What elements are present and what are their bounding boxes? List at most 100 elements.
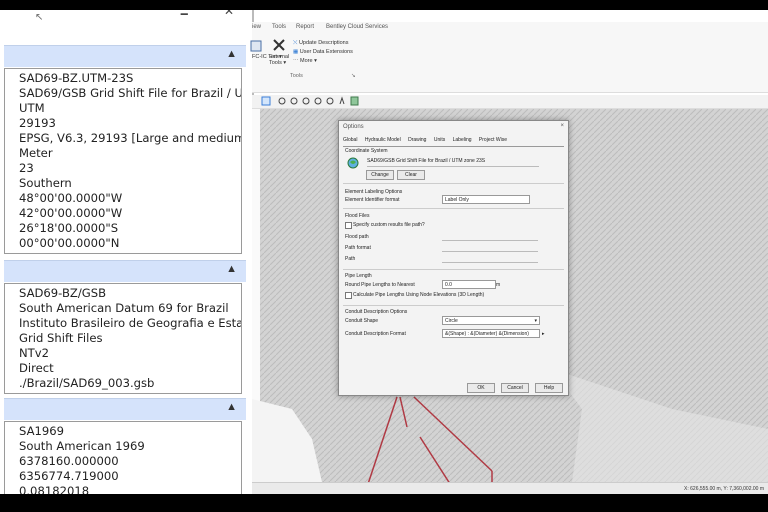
path-format-label: Path format [345,245,371,251]
tab-drawing[interactable]: Drawing [408,137,426,143]
detail-line: SAD69-BZ/GSB [19,286,107,300]
user-data-extensions-button[interactable]: ▦ User Data Extensions [293,49,353,55]
coordinate-properties-panel: ↖ 🗕 ✕ ▲ SAD69-BZ.UTM-23S SAD69/GSB Grid … [0,10,254,494]
datum-transformation-box: SAD69-BZ/GSB South American Datum 69 for… [4,283,242,394]
dialog-close-icon[interactable]: × [560,123,564,129]
flood-path-field[interactable] [442,240,538,241]
user-data-extensions-label: User Data Extensions [299,49,353,55]
tab-divider [343,146,564,147]
globe-icon [347,157,359,169]
tab-global[interactable]: Global [343,137,357,143]
external-tools-button[interactable] [272,38,286,54]
round-pipe-lengths-input[interactable]: 0.0 [442,280,496,289]
flood-files-label: Flood Files [345,213,370,219]
tab-tools[interactable]: Tools [272,24,286,30]
coordinate-system-value: SAD69/GSB Grid Shift File for Brazil / U… [367,158,486,164]
drawing-toolbar [252,95,768,109]
tab-units[interactable]: Units [434,137,445,143]
close-icon[interactable]: ✕ [224,10,234,18]
extensions-icon: ▦ [293,49,299,55]
detail-line: 26°18'00.0000"S [19,221,119,235]
tab-labeling[interactable]: Labeling [453,137,472,143]
conduit-format-value: &(Shape) : &(Diameter) &(Dimension) [445,331,529,337]
calculate-3d-length-label: Calculate Pipe Lengths Using Node Elevat… [353,292,485,298]
detail-line: EPSG, V6.3, 29193 [Large and medium scal… [19,131,242,145]
conduit-format-input[interactable]: &(Shape) : &(Diameter) &(Dimension) [442,329,540,338]
conduit-shape-dropdown[interactable]: Circle ▾ [442,316,540,325]
options-dialog: Options × Global Hydraulic Model Drawing… [338,120,569,396]
detail-line: Grid Shift Files [19,331,103,345]
update-icon: ⤬ [293,40,298,46]
minimize-icon[interactable]: 🗕 [180,10,189,25]
specify-results-checkbox[interactable] [345,222,352,229]
section-divider [343,208,564,209]
detail-line: Instituto Brasileiro de Geografia e Esta… [19,316,241,330]
detail-line: 6356774.719000 [19,469,119,483]
zoom-window-icon[interactable] [290,97,298,105]
collapse-icon[interactable]: ▲ [226,401,237,413]
detail-line: UTM [19,101,45,115]
element-identifier-label: Element Identifier format [345,197,400,203]
element-identifier-dropdown[interactable]: Label Only [442,195,530,204]
dialog-tabs: Global Hydraulic Model Drawing Units Lab… [343,137,513,143]
update-descriptions-button[interactable]: ⤬ Update Descriptions [293,40,348,47]
conduit-shape-value: Circle [445,318,458,324]
round-pipe-lengths-value: 0.0 [445,282,452,288]
pan-icon[interactable] [339,96,345,105]
status-bar: X: 626,555.00 m, Y: 7,360,002.00 m [252,482,768,494]
section-divider [343,305,564,306]
element-labeling-label: Element Labeling Options [345,189,403,195]
partial-ribbon-button[interactable] [250,40,262,54]
help-button[interactable]: Help [535,383,563,393]
collapse-icon[interactable]: ▲ [226,48,237,60]
cancel-button[interactable]: Cancel [501,383,529,393]
datum-details-box: SA1969 South American 1969 6378160.00000… [4,421,242,494]
pipe-length-label: Pipe Length [345,273,372,279]
section-divider [343,183,564,184]
tab-view[interactable]: iew [252,24,261,30]
tools-icon [273,39,285,51]
detail-line: NTv2 [19,346,49,360]
section-header-datum-transformation[interactable]: ▲ [4,260,246,282]
calculate-3d-length-checkbox[interactable] [345,292,352,299]
conduit-options-label: Conduit Description Options [345,309,408,315]
external-tools-label[interactable]: External Tools ▾ [269,54,291,66]
path-format-field[interactable] [442,251,538,252]
chevron-right-icon[interactable]: ▸ [542,331,545,337]
tab-hydraulic-model[interactable]: Hydraulic Model [365,137,401,143]
conduit-format-label: Conduit Description Format [345,331,406,337]
detail-line: 48°00'00.0000"W [19,191,123,205]
background-layer-icon[interactable] [350,96,359,106]
detail-line: 6378160.000000 [19,454,119,468]
section-header-datum[interactable]: ▲ [4,398,246,420]
cursor-coordinates: X: 626,555.00 m, Y: 7,360,002.00 m [684,486,764,492]
group-dialog-launcher-icon[interactable]: ↘ [351,73,356,79]
more-button[interactable]: ⋯ More ▾ [293,58,317,64]
select-tool-icon[interactable] [261,96,271,106]
coordinate-system-label: Coordinate System [345,148,388,154]
dialog-title: Options [343,124,364,130]
tab-bentley-cloud-services[interactable]: Bentley Cloud Services [326,24,388,30]
zoom-in-icon[interactable] [302,97,310,105]
section-header-projection[interactable]: ▲ [4,45,246,67]
detail-line: SA1969 [19,424,65,438]
zoom-previous-icon[interactable] [326,97,334,105]
detail-line: South American 1969 [19,439,145,453]
detail-line: 0.08182018 [19,484,90,494]
path-field[interactable] [442,262,538,263]
tab-project-wise[interactable]: Project Wise [479,137,507,143]
round-pipe-lengths-label: Round Pipe Lengths to Nearest [345,282,415,288]
detail-line: 00°00'00.0000"N [19,236,120,250]
zoom-out-icon[interactable] [314,97,322,105]
tab-report[interactable]: Report [296,24,314,30]
detail-line: SAD69/GSB Grid Shift File for Brazil / U… [19,86,242,100]
zoom-extents-icon[interactable] [278,97,286,105]
detail-line: ./Brazil/SAD69_003.gsb [19,376,155,390]
screenshot-frame: ↖ 🗕 ✕ ▲ SAD69-BZ.UTM-23S SAD69/GSB Grid … [0,10,768,494]
detail-line: South American Datum 69 for Brazil [19,301,229,315]
collapse-icon[interactable]: ▲ [226,263,237,275]
detail-line: 23 [19,161,34,175]
ok-button[interactable]: OK [467,383,495,393]
clear-button[interactable]: Clear [397,170,425,180]
change-button[interactable]: Change [366,170,394,180]
